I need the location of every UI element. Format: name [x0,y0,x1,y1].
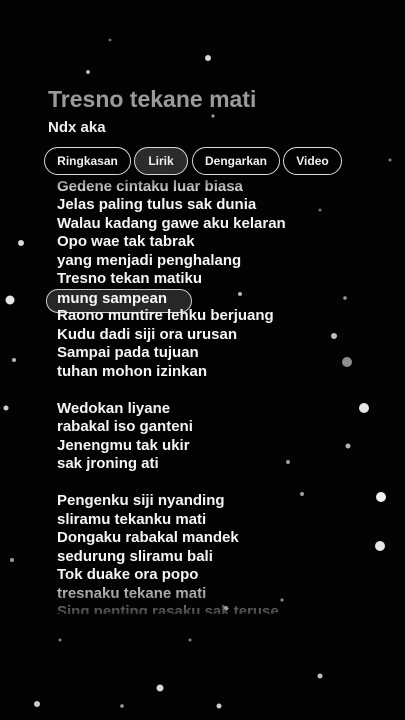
current-lyric-line: mung sampean [57,290,168,307]
tab-dengarkan[interactable]: Dengarkan [192,147,280,175]
lyric-line: Kudu dadi siji ora urusan [57,326,238,343]
lyric-line: Opo wae tak tabrak [57,233,195,250]
lyric-line: Sampai pada tujuan [57,344,199,361]
lyric-line: rabakal iso ganteni [57,418,193,435]
lyric-line: Jelas paling tulus sak dunia [57,196,257,213]
lyric-line: Sing penting rasaku sak teruse [57,603,279,614]
lyric-line: Tresno tekan matiku [57,270,203,287]
artist-name[interactable]: Ndx aka [48,119,106,136]
lyric-line: sliramu tekanku mati [57,511,207,528]
lyric-line: yang menjadi penghalang [57,252,242,269]
lyric-line: tresnaku tekane mati [57,585,207,602]
lyric-line: tuhan mohon izinkan [57,363,207,380]
lyric-line: sedurung sliramu bali [57,548,213,565]
lyric-line: Walau kadang gawe aku kelaran [57,215,286,232]
tab-ringkasan[interactable]: Ringkasan [44,147,131,175]
tab-lirik[interactable]: Lirik [134,147,188,175]
lyric-line: Gedene cintaku luar biasa [57,178,243,195]
tab-bar: Ringkasan Lirik Dengarkan Video [0,147,405,177]
lyric-line: sak jroning ati [57,455,159,472]
lyric-line: Jenengmu tak ukir [57,437,190,454]
lyric-line: Raono muntire lehku berjuang [57,307,274,324]
lyric-line: Wedokan liyane [57,400,171,417]
lyric-line: Tok duake ora popo [57,566,199,583]
song-title: Tresno tekane mati [48,86,257,112]
lyrics-panel[interactable]: Gedene cintaku luar biasa Jelas paling t… [57,178,387,614]
lyric-line: Pengenku siji nyanding [57,492,225,509]
lyric-line: Dongaku rabakal mandek [57,529,239,546]
tab-video[interactable]: Video [283,147,342,175]
